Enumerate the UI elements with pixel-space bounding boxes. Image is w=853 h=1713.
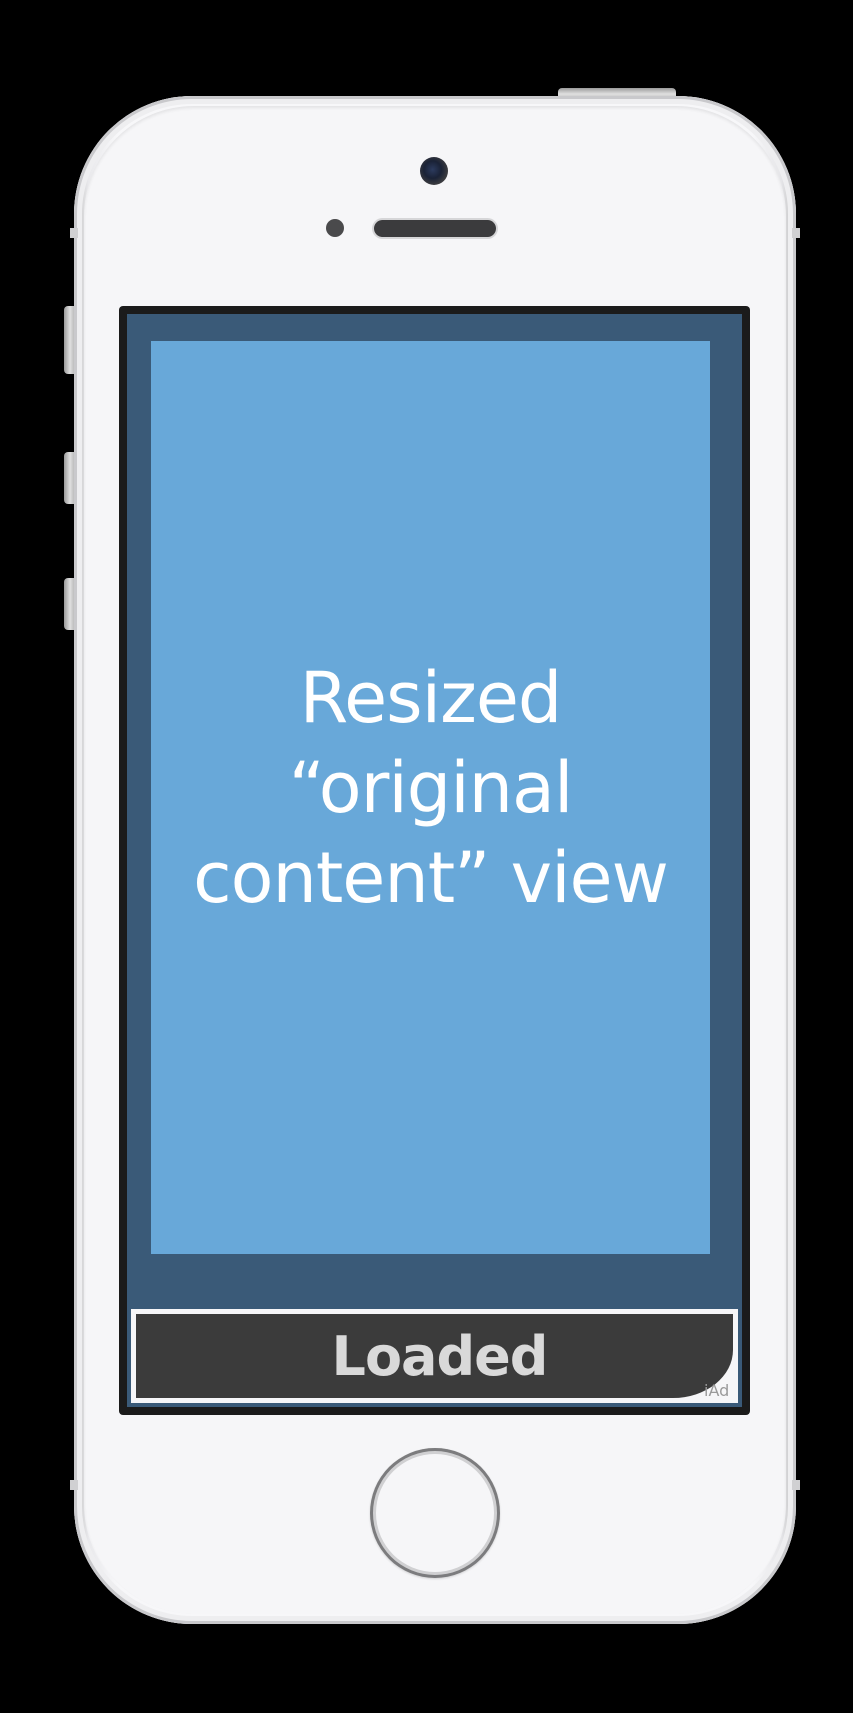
antenna-band (70, 1480, 78, 1490)
front-camera-icon (420, 157, 448, 185)
earpiece-speaker-icon (374, 220, 496, 237)
content-view-label: Resized “original content” view (193, 656, 669, 919)
volume-up-button[interactable] (64, 452, 74, 504)
original-content-view: Resized “original content” view (151, 341, 710, 1254)
stage: Resized “original content” view Loaded i… (0, 0, 853, 1713)
ad-banner[interactable]: Loaded (136, 1314, 733, 1398)
antenna-band (792, 1480, 800, 1490)
volume-down-button[interactable] (64, 578, 74, 630)
home-button[interactable] (370, 1448, 500, 1578)
antenna-band (792, 228, 800, 238)
iad-badge: iAd (704, 1381, 730, 1400)
proximity-sensor-icon (326, 219, 344, 237)
antenna-band (70, 228, 78, 238)
mute-switch[interactable] (64, 306, 74, 374)
ad-banner-label: Loaded (331, 1324, 549, 1388)
